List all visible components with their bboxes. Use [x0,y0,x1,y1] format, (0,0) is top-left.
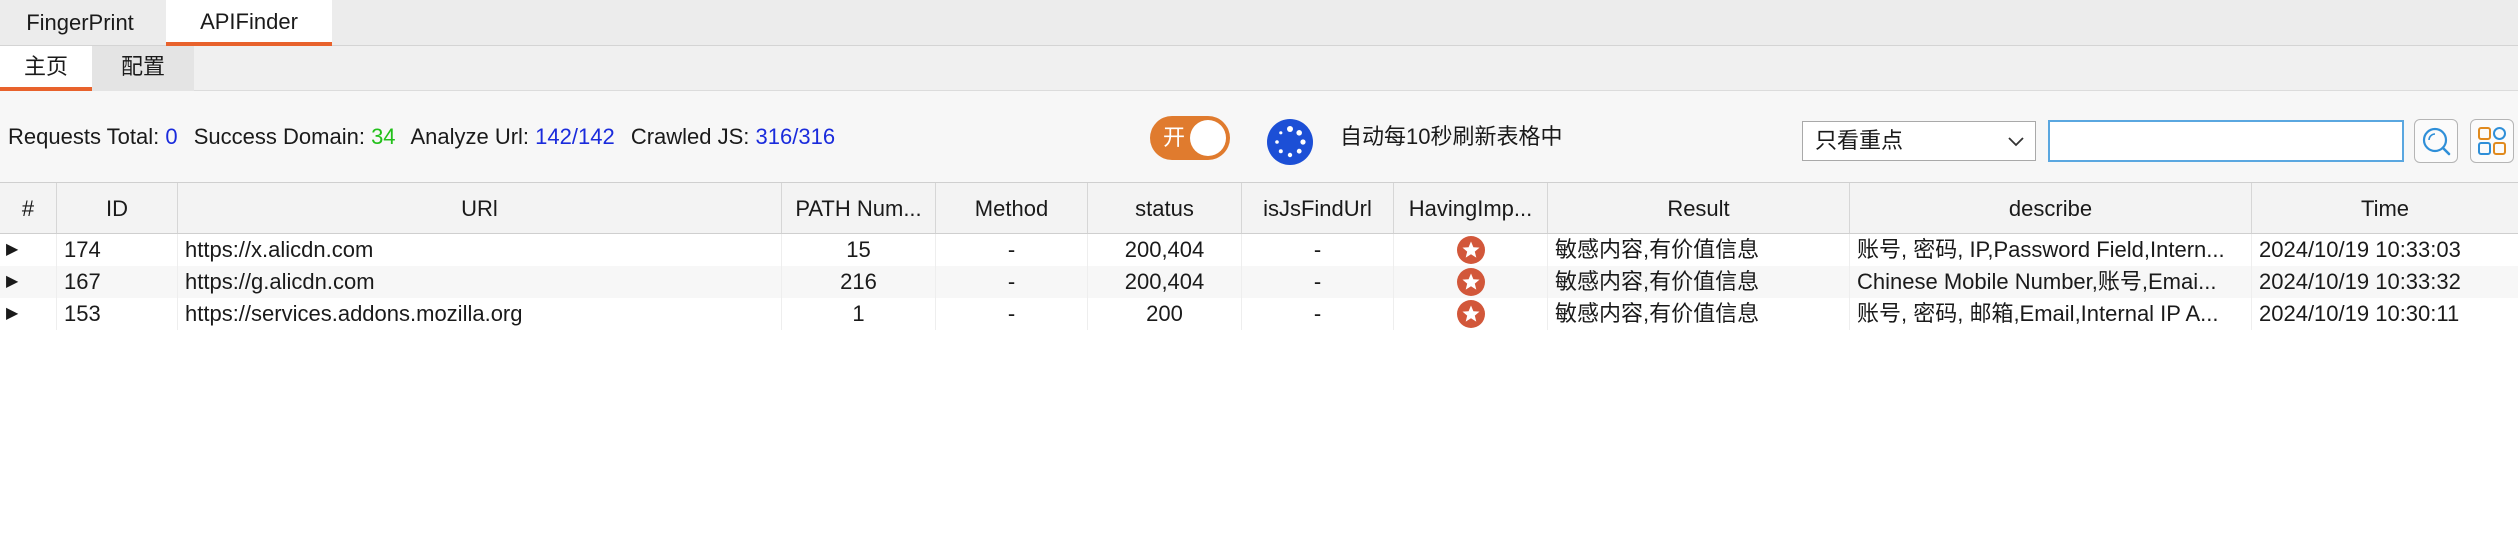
cell-url: https://g.alicdn.com [178,266,782,298]
chevron-down-icon [2008,137,2024,147]
star-badge-icon [1456,235,1485,264]
analyze-url-value: 142/142 [535,124,615,149]
cell-describe: Chinese Mobile Number,账号,Emai... [1850,266,2252,298]
cell-is-js-find-url: - [1242,234,1394,266]
auto-refresh-toggle[interactable]: 开 [1150,116,1230,160]
cell-path-num: 1 [782,298,936,330]
cell-time: 2024/10/19 10:30:11 [2259,301,2460,326]
table-row[interactable]: ▶ 153 https://services.addons.mozilla.or… [0,298,2518,330]
cell-url: https://services.addons.mozilla.org [178,298,782,330]
column-header-path-num[interactable]: PATH Num... [782,183,936,233]
cell-status: 200,404 [1088,266,1242,298]
subtab-config[interactable]: 配置 [92,46,194,91]
column-header-is-js-find-url[interactable]: isJsFindUrl [1242,183,1394,233]
column-header-status[interactable]: status [1088,183,1242,233]
analyze-url-label: Analyze Url: [410,124,530,149]
table-row[interactable]: ▶ 174 https://x.alicdn.com 15 - 200,404 … [0,234,2518,266]
cell-time: 2024/10/19 10:33:32 [2259,269,2461,294]
cell-method: - [936,298,1088,330]
cell-time: 2024/10/19 10:33:03 [2259,237,2461,262]
cell-path-num: 15 [782,234,936,266]
column-header-having-important[interactable]: HavingImp... [1394,183,1548,233]
row-expand-icon[interactable]: ▶ [0,298,57,330]
cell-describe: 账号, 密码, 邮箱,Email,Internal IP A... [1850,298,2252,330]
cell-status: 200,404 [1088,234,1242,266]
loading-spinner-icon [1267,119,1313,165]
column-header-index[interactable]: # [0,183,57,233]
column-header-time[interactable]: Time [2252,183,2518,233]
cell-result: 敏感内容,有价值信息 [1548,298,1850,330]
cell-having-important [1394,266,1548,298]
table-row[interactable]: ▶ 167 https://g.alicdn.com 216 - 200,404… [0,266,2518,298]
sub-tab-bar: 主页 配置 [0,46,2518,91]
cell-id: 167 [57,266,178,298]
filter-select-value: 只看重点 [1815,128,1904,153]
search-input[interactable] [2048,120,2404,162]
cell-status: 200 [1088,298,1242,330]
crawled-js-label: Crawled JS: [630,124,750,149]
crawled-js-value: 316/316 [755,124,836,149]
search-button[interactable] [2414,119,2458,163]
column-header-url[interactable]: URl [178,183,782,233]
column-header-method[interactable]: Method [936,183,1088,233]
top-tab-bar: FingerPrint APIFinder [0,0,2518,46]
requests-total-value: 0 [165,124,178,149]
row-expand-icon[interactable]: ▶ [0,266,57,298]
cell-id: 153 [57,298,178,330]
success-domain-value: 34 [371,124,396,149]
cell-method: - [936,234,1088,266]
subtab-home[interactable]: 主页 [0,46,92,91]
tab-fingerprint[interactable]: FingerPrint [0,0,160,46]
cell-having-important [1394,298,1548,330]
settings-button[interactable] [2470,119,2514,163]
cell-url: https://x.alicdn.com [178,234,782,266]
success-domain-label: Success Domain: [193,124,365,149]
toggle-label: 开 [1163,125,1186,150]
stats-bar: Requests Total: 0 Success Domain: 34 Ana… [8,91,835,183]
cell-describe: 账号, 密码, IP,Password Field,Intern... [1850,234,2252,266]
cell-having-important [1394,234,1548,266]
cell-result: 敏感内容,有价值信息 [1548,234,1850,266]
column-header-describe[interactable]: describe [1850,183,2252,233]
cell-id: 174 [57,234,178,266]
star-badge-icon [1456,299,1485,328]
cell-result: 敏感内容,有价值信息 [1548,266,1850,298]
grid-settings-icon [2478,127,2506,155]
star-badge-icon [1456,267,1485,296]
requests-total-label: Requests Total: [8,124,160,149]
cell-is-js-find-url: - [1242,298,1394,330]
cell-method: - [936,266,1088,298]
row-expand-icon[interactable]: ▶ [0,234,57,266]
toggle-knob [1190,120,1226,156]
tab-apifinder[interactable]: APIFinder [166,0,332,46]
column-header-id[interactable]: ID [57,183,178,233]
cell-path-num: 216 [782,266,936,298]
cell-is-js-find-url: - [1242,266,1394,298]
table-header: # ID URl PATH Num... Method status isJsF… [0,183,2518,234]
filter-select[interactable]: 只看重点 [1802,121,2036,161]
search-icon [2422,127,2451,156]
column-header-result[interactable]: Result [1548,183,1850,233]
auto-refresh-text: 自动每10秒刷新表格中 [1340,124,1563,149]
